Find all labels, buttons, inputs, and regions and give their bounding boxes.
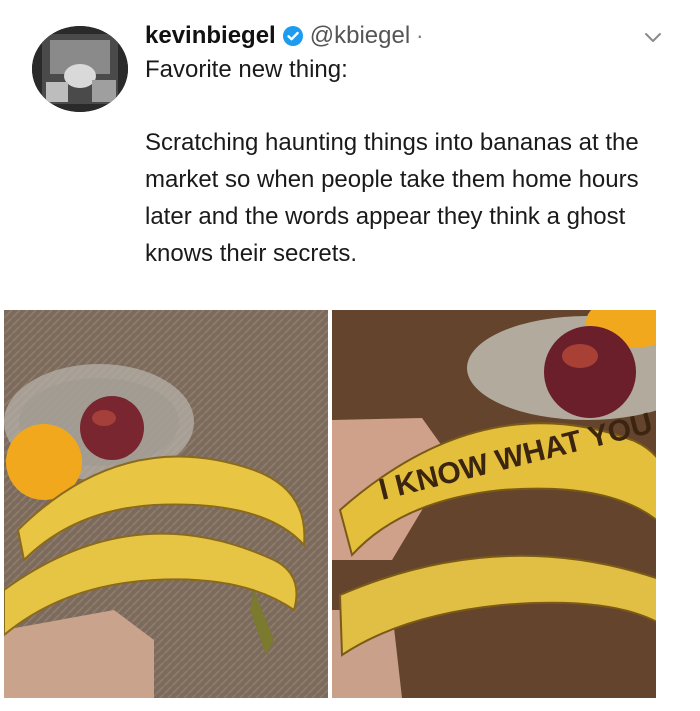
tweet-lead-line: Favorite new thing: — [145, 56, 348, 83]
photo-right[interactable]: I KNOW WHAT YOU DID — [332, 310, 656, 698]
display-name[interactable]: kevinbiegel — [145, 22, 276, 50]
avatar[interactable] — [32, 26, 128, 112]
media-grid: I KNOW WHAT YOU DID — [4, 310, 696, 698]
photo-left[interactable] — [4, 310, 328, 698]
tweet-header: kevinbiegel @kbiegel · — [145, 16, 423, 56]
chevron-down-icon[interactable] — [642, 26, 664, 48]
user-handle[interactable]: @kbiegel — [310, 22, 410, 50]
tweet-card: kevinbiegel @kbiegel · Favorite new thin… — [0, 0, 700, 711]
separator-dot: · — [416, 23, 424, 48]
verified-badge-icon — [282, 25, 304, 47]
tweet-body: Scratching haunting things into bananas … — [145, 129, 639, 267]
